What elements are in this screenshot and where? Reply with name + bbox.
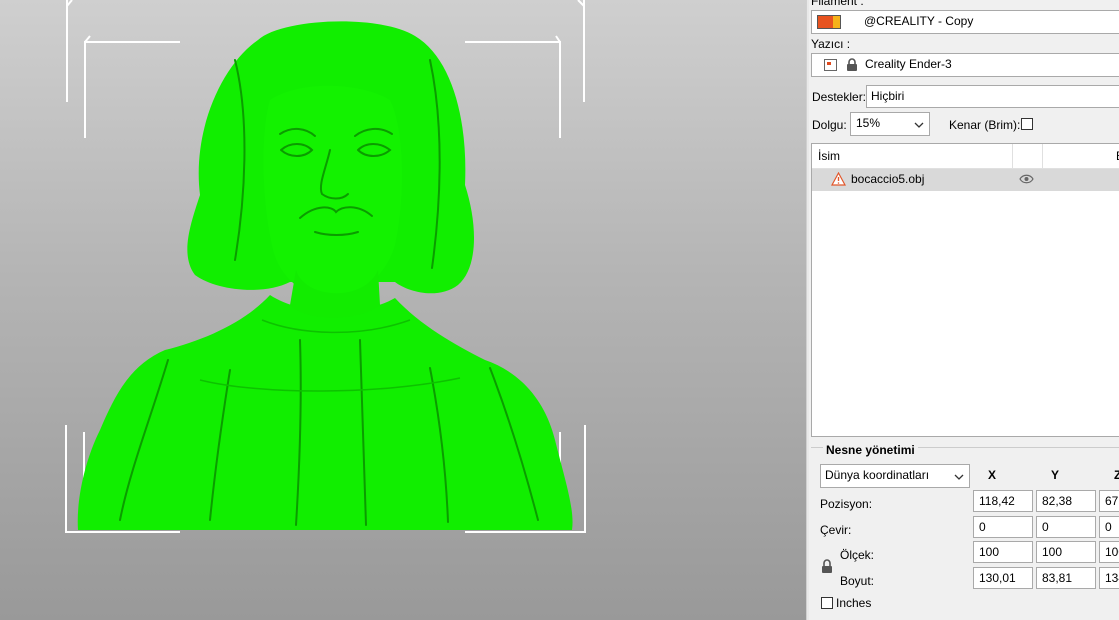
scale-y-input[interactable]: 100 xyxy=(1036,541,1096,563)
object-name: bocaccio5.obj xyxy=(851,172,925,186)
3d-model-bust[interactable] xyxy=(77,21,573,530)
printer-icon xyxy=(824,59,837,71)
column-name-header[interactable]: İsim xyxy=(818,149,840,163)
lock-icon xyxy=(846,58,858,75)
object-list[interactable]: İsim E bocaccio5.obj xyxy=(811,143,1119,437)
rotation-z-input[interactable]: 0 xyxy=(1099,516,1119,538)
object-management-group: Nesne yönetimi Dünya koordinatları X Y Z… xyxy=(811,443,1119,620)
scene-canvas[interactable] xyxy=(0,0,806,620)
infill-value: 15% xyxy=(856,116,881,130)
coordinate-system-combo[interactable]: Dünya koordinatları xyxy=(820,464,970,488)
size-label: Boyut: xyxy=(840,574,875,588)
eye-icon[interactable] xyxy=(1019,173,1034,188)
coordinate-system-value: Dünya koordinatları xyxy=(825,468,930,482)
size-x-input[interactable]: 130,01 xyxy=(973,567,1033,589)
lock-icon[interactable] xyxy=(821,559,833,577)
chevron-down-icon xyxy=(914,122,924,128)
object-list-row[interactable]: bocaccio5.obj xyxy=(812,169,1119,191)
rotation-y-input[interactable]: 0 xyxy=(1036,516,1096,538)
size-z-input[interactable]: 134 xyxy=(1099,567,1119,589)
brim-checkbox[interactable] xyxy=(1021,118,1033,130)
infill-label: Dolgu: xyxy=(812,118,847,132)
rotation-label: Çevir: xyxy=(820,523,852,537)
scale-x-input[interactable]: 100 xyxy=(973,541,1033,563)
warning-icon xyxy=(830,171,847,189)
axis-y-header: Y xyxy=(1051,468,1060,482)
axis-z-header: Z xyxy=(1114,468,1119,482)
filament-value: @CREALITY - Copy xyxy=(864,14,974,28)
support-label: Destekler: xyxy=(812,90,867,104)
rotation-x-input[interactable]: 0 xyxy=(973,516,1033,538)
printer-label: Yazıcı : xyxy=(811,37,851,51)
inches-label: Inches xyxy=(836,596,872,610)
chevron-down-icon xyxy=(954,474,964,480)
object-management-title: Nesne yönetimi xyxy=(823,443,918,457)
filament-combo[interactable]: @CREALITY - Copy xyxy=(811,10,1119,34)
filament-color-swatch xyxy=(817,15,841,29)
scale-z-input[interactable]: 100 xyxy=(1099,541,1119,563)
position-label: Pozisyon: xyxy=(820,497,873,511)
printer-value: Creality Ender-3 xyxy=(865,57,952,71)
support-value: Hiçbiri xyxy=(871,89,905,103)
object-list-header: İsim E xyxy=(812,144,1119,169)
filament-label: Filament : xyxy=(811,0,864,8)
position-y-input[interactable]: 82,38 xyxy=(1036,490,1096,512)
scale-label: Ölçek: xyxy=(840,548,875,562)
support-combo[interactable]: Hiçbiri xyxy=(866,85,1119,108)
position-x-input[interactable]: 118,42 xyxy=(973,490,1033,512)
printer-combo[interactable]: Creality Ender-3 xyxy=(811,53,1119,77)
position-z-input[interactable]: 67, xyxy=(1099,490,1119,512)
settings-panel: Filament : @CREALITY - Copy Yazıcı : Cre… xyxy=(809,0,1119,620)
axis-x-header: X xyxy=(988,468,997,482)
infill-combo[interactable]: 15% xyxy=(850,112,930,136)
3d-viewport[interactable] xyxy=(0,0,806,620)
inches-checkbox[interactable] xyxy=(821,597,833,609)
size-y-input[interactable]: 83,81 xyxy=(1036,567,1096,589)
brim-label: Kenar (Brim): xyxy=(949,118,1021,132)
